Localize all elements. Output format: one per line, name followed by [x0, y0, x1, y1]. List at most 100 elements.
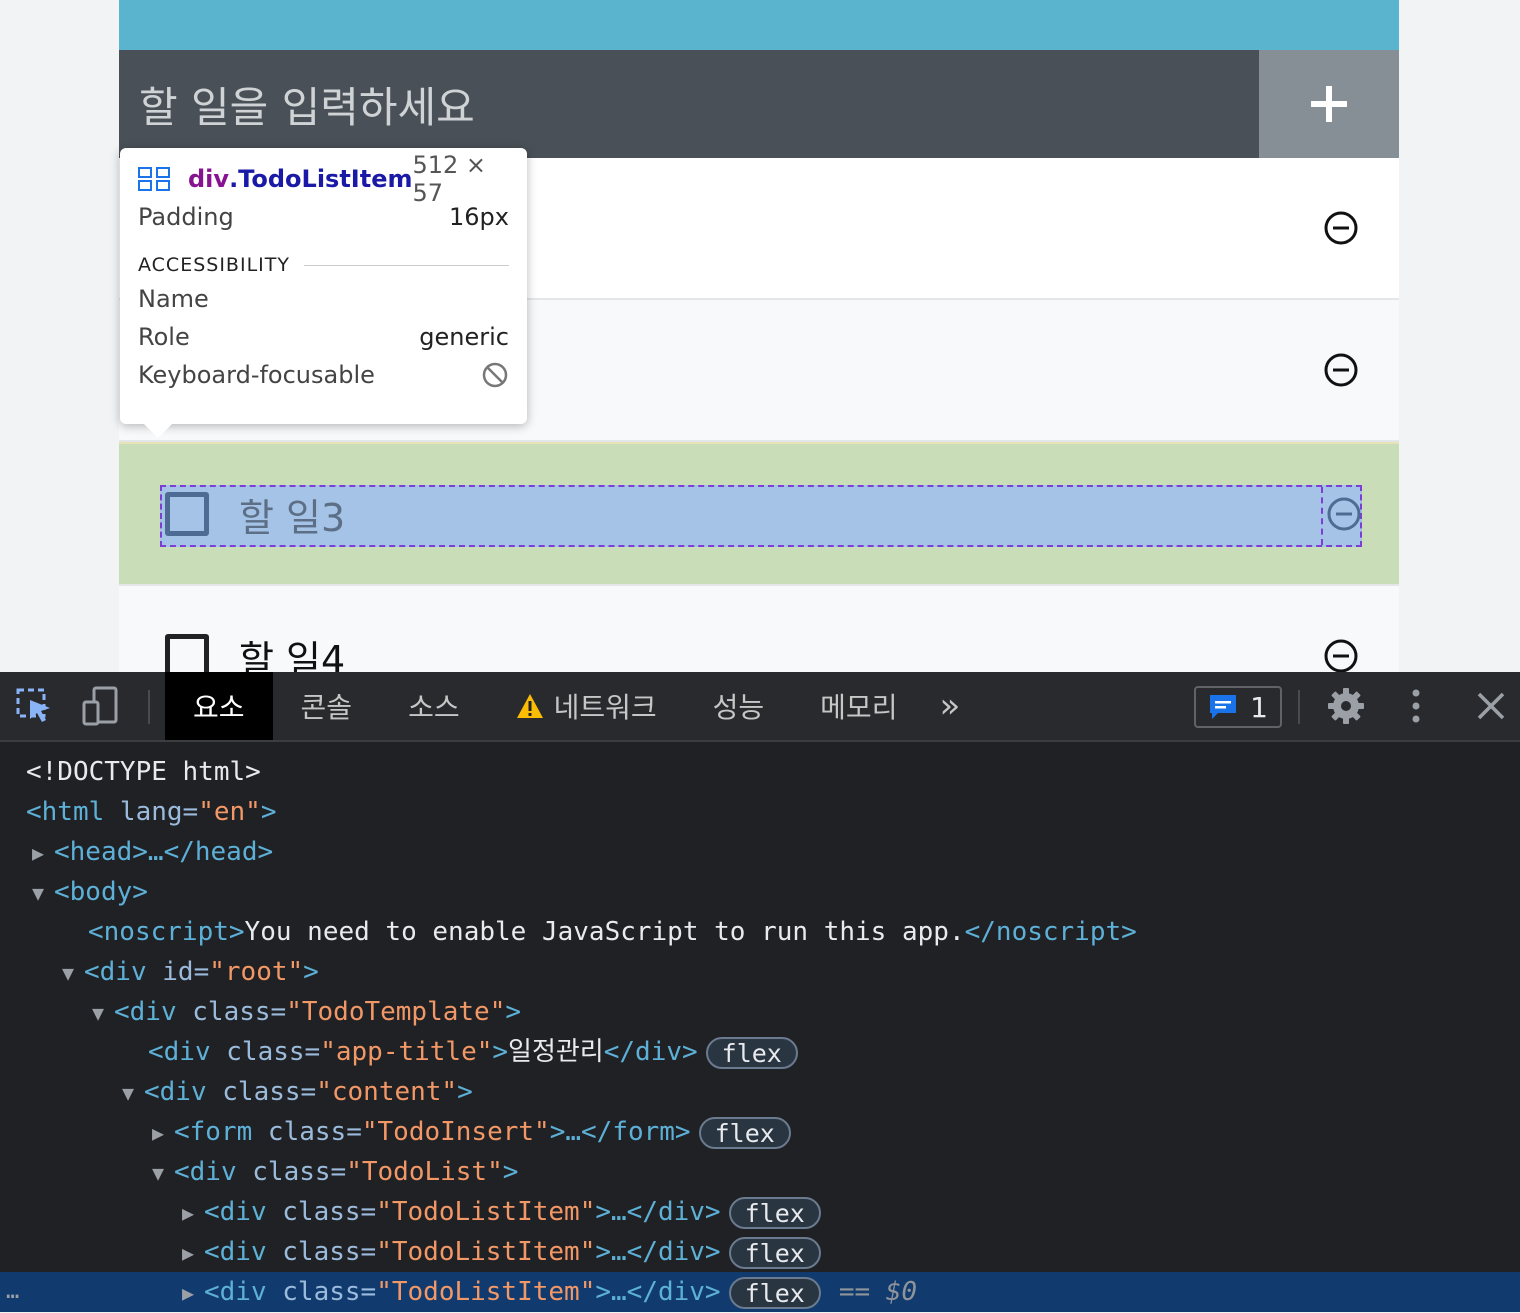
class-attr: class=	[266, 1197, 377, 1227]
todo-item-highlighted[interactable]: 할 일3	[119, 442, 1399, 586]
dom-node-content[interactable]: ▼ <div class="content">	[0, 1072, 1520, 1112]
expand-arrow-icon[interactable]: ▶	[32, 833, 54, 873]
head-tag: <head>…</head>	[54, 837, 274, 867]
class-attr: class=	[266, 1277, 377, 1307]
dom-node-todo-list-item[interactable]: ▶ <div class="TodoListItem">…</div> flex	[0, 1232, 1520, 1272]
todo-item[interactable]: 할 일4	[119, 586, 1399, 672]
toolbar-divider	[1298, 690, 1300, 724]
dom-node-todo-insert[interactable]: ▶ <form class="TodoInsert">…</form> flex	[0, 1112, 1520, 1152]
noscript-text: You need to enable JavaScript to run thi…	[244, 917, 965, 947]
devtools-tabs: 요소 콘솔 소스 네트워크 성능 메모리 »	[165, 672, 974, 740]
div-open-tag: <div	[144, 1077, 207, 1107]
class-value: "TodoListItem"	[376, 1277, 596, 1307]
name-label: Name	[138, 285, 209, 313]
tab-network[interactable]: 네트워크	[488, 672, 685, 740]
dom-node-todo-list[interactable]: ▼ <div class="TodoList">	[0, 1152, 1520, 1192]
expand-arrow-icon[interactable]: ▶	[182, 1233, 204, 1273]
not-focusable-icon	[482, 362, 508, 388]
expand-arrow-icon[interactable]: ▶	[182, 1273, 204, 1313]
role-row: Role generic	[138, 318, 509, 356]
more-tabs-button[interactable]: »	[925, 672, 974, 740]
div-open-tag: <div	[84, 957, 147, 987]
app-title-bar	[119, 0, 1399, 50]
checkbox[interactable]	[165, 492, 209, 536]
issues-badge[interactable]: 1	[1194, 686, 1282, 728]
class-value: "TodoInsert"	[361, 1117, 550, 1147]
html-lang-value: "en"	[198, 797, 261, 827]
flex-badge[interactable]: flex	[728, 1196, 821, 1229]
add-button[interactable]	[1259, 50, 1399, 158]
flex-badge[interactable]: flex	[728, 1276, 821, 1309]
padding-row: Padding 16px	[138, 198, 509, 236]
checkbox[interactable]	[165, 634, 209, 672]
collapse-arrow-icon[interactable]: ▼	[92, 993, 114, 1033]
inspect-element-icon[interactable]	[16, 686, 54, 726]
node-actions-ellipsis[interactable]: …	[6, 1272, 19, 1312]
dom-node-app-title[interactable]: <div class="app-title">일정관리</div> flex	[0, 1032, 1520, 1072]
class-attr: class=	[206, 1077, 317, 1107]
tag-close: >	[303, 957, 319, 987]
tab-console[interactable]: 콘솔	[273, 672, 381, 740]
remove-icon[interactable]	[1324, 211, 1358, 245]
device-toolbar-icon[interactable]	[82, 686, 120, 726]
div-open-tag: <div	[204, 1197, 267, 1227]
class-value: "TodoList"	[346, 1157, 503, 1187]
flex-badge[interactable]: flex	[728, 1236, 821, 1269]
remove-icon[interactable]	[1324, 353, 1358, 387]
dom-node-doctype[interactable]: <!DOCTYPE html>	[0, 752, 1520, 792]
div-open-tag: <div	[204, 1277, 267, 1307]
tooltip-header: div.TodoListItem 512 × 57	[138, 151, 509, 207]
tag-close: >	[457, 1077, 473, 1107]
div-open-tag: <div	[174, 1157, 237, 1187]
remove-icon[interactable]	[1324, 639, 1358, 672]
dom-node-noscript[interactable]: <noscript>You need to enable JavaScript …	[0, 912, 1520, 952]
flex-badge[interactable]: flex	[705, 1036, 798, 1069]
name-row: Name	[138, 280, 509, 318]
accessibility-heading: ACCESSIBILITY	[138, 254, 290, 276]
tab-elements[interactable]: 요소	[165, 672, 273, 740]
noscript-close-tag: </noscript>	[964, 917, 1137, 947]
class-value: "content"	[316, 1077, 458, 1107]
dom-node-body[interactable]: ▼ <body>	[0, 872, 1520, 912]
tab-network-label: 네트워크	[553, 691, 657, 724]
close-icon[interactable]	[1474, 686, 1508, 726]
devtools-panel: 요소 콘솔 소스 네트워크 성능 메모리 » 1 <!DOCTYPE html>…	[0, 672, 1520, 1312]
class-value: "TodoListItem"	[376, 1237, 596, 1267]
flex-badge[interactable]: flex	[698, 1116, 791, 1149]
more-options-icon[interactable]	[1406, 686, 1426, 726]
dom-node-todo-list-item-selected[interactable]: … ▶ <div class="TodoListItem">…</div> flex…	[0, 1272, 1520, 1312]
dom-node-root[interactable]: ▼ <div id="root">	[0, 952, 1520, 992]
id-attr: id=	[146, 957, 210, 987]
expand-arrow-icon[interactable]: ▶	[182, 1193, 204, 1233]
collapse-arrow-icon[interactable]: ▼	[122, 1073, 144, 1113]
dom-tree: <!DOCTYPE html> <html lang="en"> ▶ <head>…	[0, 742, 1520, 1312]
html-lang-attr: lang=	[104, 797, 199, 827]
dom-node-html[interactable]: <html lang="en">	[0, 792, 1520, 832]
tab-sources[interactable]: 소스	[380, 672, 488, 740]
settings-gear-icon[interactable]	[1326, 686, 1366, 726]
equals-marker: ==	[838, 1277, 886, 1307]
expand-arrow-icon[interactable]: ▶	[152, 1113, 174, 1153]
collapse-arrow-icon[interactable]: ▼	[152, 1153, 174, 1193]
collapse-arrow-icon[interactable]: ▼	[62, 953, 84, 993]
form-open-tag: <form	[174, 1117, 253, 1147]
warning-icon	[516, 694, 543, 718]
tab-performance[interactable]: 성능	[685, 672, 793, 740]
todo-insert-form: 할 일을 입력하세요	[119, 50, 1399, 158]
dom-node-todo-list-item[interactable]: ▶ <div class="TodoListItem">…</div> flex	[0, 1192, 1520, 1232]
issues-count: 1	[1250, 690, 1268, 724]
dom-node-head[interactable]: ▶ <head>…</head>	[0, 832, 1520, 872]
section-divider	[303, 264, 509, 266]
element-size: 512 × 57	[412, 151, 487, 207]
todo-input[interactable]: 할 일을 입력하세요	[119, 50, 1259, 158]
dom-node-todo-template[interactable]: ▼ <div class="TodoTemplate">	[0, 992, 1520, 1032]
collapse-arrow-icon[interactable]: ▼	[32, 873, 54, 913]
highlight-divider	[1321, 487, 1323, 545]
class-attr: class=	[176, 997, 287, 1027]
collapsed-close-tag: >…</div>	[595, 1197, 721, 1227]
padding-label: Padding	[138, 203, 234, 231]
remove-icon[interactable]	[1327, 497, 1361, 531]
tab-memory[interactable]: 메모리	[792, 672, 925, 740]
doctype-text: <!DOCTYPE html>	[26, 757, 261, 787]
div-close-tag: </div>	[603, 1037, 698, 1067]
